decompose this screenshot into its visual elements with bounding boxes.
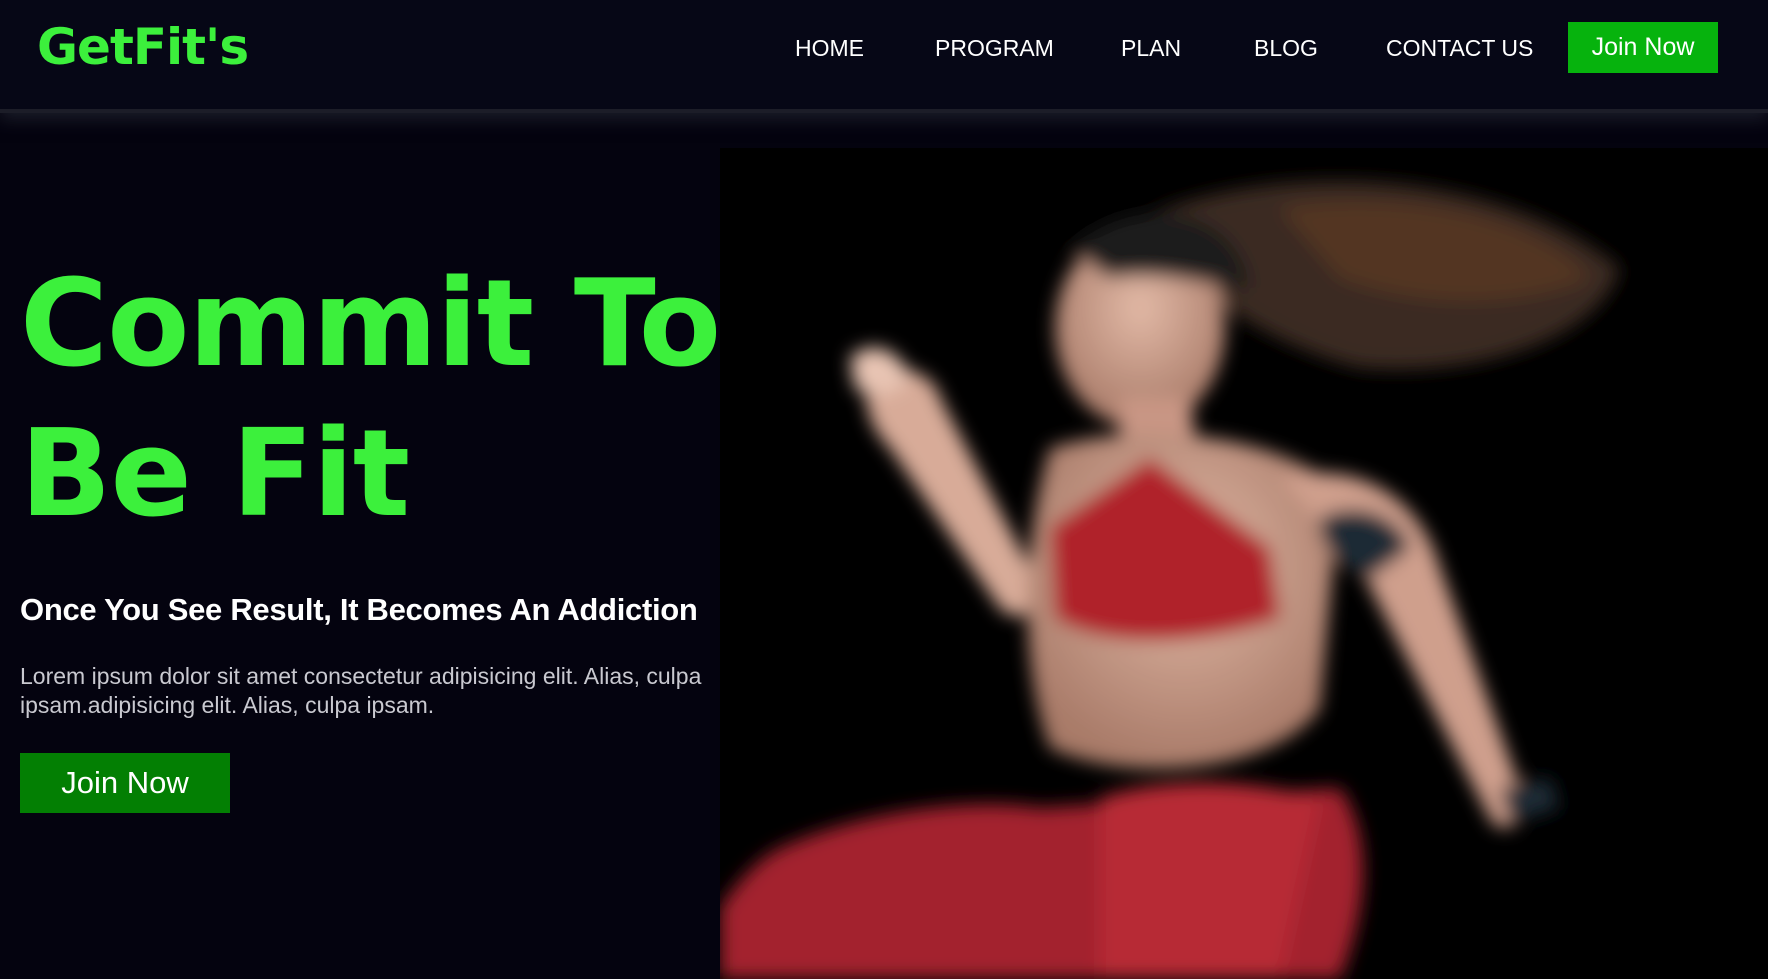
hero-description: Lorem ipsum dolor sit amet consectetur a… (20, 663, 702, 718)
page: GetFit's HOME PROGRAM PLAN BLOG CONTACT … (0, 0, 1768, 979)
hero-title: Commit To Be Fit (20, 255, 720, 544)
hero-title-container: Commit To Be Fit (0, 240, 720, 550)
athlete-photo-icon (720, 148, 1768, 979)
site-header: GetFit's HOME PROGRAM PLAN BLOG CONTACT … (0, 0, 1768, 113)
hero-subtitle: Once You See Result, It Becomes An Addic… (20, 592, 698, 627)
nav-plan[interactable]: PLAN (1121, 33, 1181, 63)
nav-contact-us[interactable]: CONTACT US (1386, 33, 1533, 63)
hero-athlete-image (720, 148, 1768, 979)
nav-home[interactable]: HOME (795, 33, 864, 63)
header-join-now-button[interactable]: Join Now (1568, 22, 1718, 73)
nav-program[interactable]: PROGRAM (935, 33, 1054, 63)
nav-blog[interactable]: BLOG (1254, 33, 1318, 63)
hero-join-now-button[interactable]: Join Now (20, 753, 230, 813)
site-logo[interactable]: GetFit's (37, 17, 249, 77)
